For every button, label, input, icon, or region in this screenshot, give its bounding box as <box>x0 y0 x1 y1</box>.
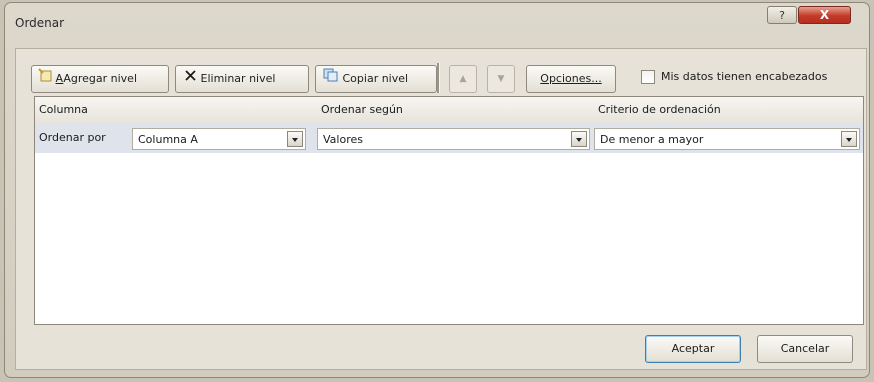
header-order: Criterio de ordenación <box>598 103 721 116</box>
move-up-button[interactable]: ▲ <box>449 65 477 93</box>
order-select-value: De menor a mayor <box>600 133 704 146</box>
copy-level-icon <box>323 66 339 92</box>
delete-level-icon <box>184 66 197 92</box>
dialog-title: Ordenar <box>15 16 65 30</box>
move-down-icon: ▼ <box>497 74 505 84</box>
toolbar-separator <box>437 63 440 93</box>
add-level-button[interactable]: AAgregar nivel <box>31 65 169 93</box>
sort-dialog: Ordenar ? X AAgregar nivel Eliminar nive… <box>4 2 870 378</box>
options-label: Opciones... <box>540 72 602 85</box>
cancel-button[interactable]: Cancelar <box>757 335 853 363</box>
order-select[interactable]: De menor a mayor <box>594 128 860 150</box>
dropdown-arrow-icon[interactable] <box>571 131 587 147</box>
sort-on-select-value: Valores <box>323 133 363 146</box>
delete-level-label: Eliminar nivel <box>200 72 276 85</box>
column-select[interactable]: Columna A <box>132 128 306 150</box>
options-button[interactable]: Opciones... <box>526 65 616 93</box>
header-sort-on: Ordenar según <box>321 103 403 116</box>
header-column: Columna <box>39 103 88 116</box>
add-level-label: Agregar nivel <box>63 72 138 85</box>
sort-levels-grid: Columna Ordenar según Criterio de ordena… <box>34 96 864 325</box>
move-down-button[interactable]: ▼ <box>487 65 515 93</box>
grid-header: Columna Ordenar según Criterio de ordena… <box>35 97 863 124</box>
delete-level-button[interactable]: Eliminar nivel <box>175 65 309 93</box>
move-up-icon: ▲ <box>459 74 467 84</box>
row-label: Ordenar por <box>39 131 106 144</box>
close-button[interactable]: X <box>798 6 851 24</box>
copy-level-label: Copiar nivel <box>342 72 409 85</box>
dropdown-arrow-icon[interactable] <box>841 131 857 147</box>
dropdown-arrow-icon[interactable] <box>287 131 303 147</box>
sort-on-select[interactable]: Valores <box>317 128 590 150</box>
column-select-value: Columna A <box>138 133 198 146</box>
headers-checkbox-label[interactable]: Mis datos tienen encabezados <box>661 70 827 83</box>
copy-level-button[interactable]: Copiar nivel <box>315 65 437 93</box>
headers-checkbox[interactable] <box>641 70 655 84</box>
sort-level-row[interactable]: Ordenar por Columna A Valores De menor a… <box>35 123 863 153</box>
ok-button[interactable]: Aceptar <box>645 335 741 363</box>
add-level-icon <box>38 66 52 92</box>
help-button[interactable]: ? <box>767 6 797 24</box>
